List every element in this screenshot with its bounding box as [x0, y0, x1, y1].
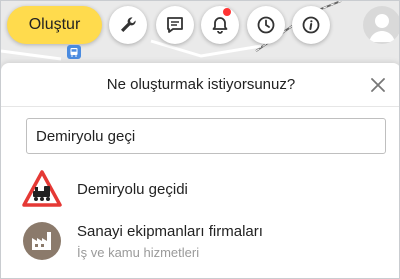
close-icon	[371, 78, 385, 92]
wrench-icon	[121, 17, 136, 32]
message-icon	[167, 17, 183, 33]
result-title: Demiryolu geçidi	[77, 181, 188, 198]
create-button[interactable]: Oluştur	[7, 6, 102, 44]
clock-icon	[257, 16, 275, 34]
notifications-button[interactable]	[201, 6, 239, 44]
search-input[interactable]	[26, 118, 386, 154]
notification-dot	[223, 8, 231, 16]
factory-icon	[23, 222, 61, 260]
messages-button[interactable]	[156, 6, 194, 44]
app-frame: Oluştur Ne oluşturmak istiyorsunuz? Demi…	[0, 0, 400, 279]
user-avatar[interactable]	[363, 6, 399, 44]
bus-icon	[70, 48, 78, 57]
result-title: Sanayi ekipmanları firmaları	[77, 223, 263, 240]
user-avatar-icon	[369, 14, 395, 42]
result-item-industrial-equipment[interactable]: Sanayi ekipmanları firmaları İş ve kamu …	[1, 221, 399, 271]
transit-marker[interactable]	[67, 45, 81, 59]
result-subtitle: İş ve kamu hizmetleri	[77, 245, 200, 260]
result-item-railway-crossing[interactable]: Demiryolu geçidi	[1, 169, 399, 219]
tools-button[interactable]	[109, 6, 147, 44]
railway-crossing-icon	[22, 170, 62, 207]
create-panel: Ne oluşturmak istiyorsunuz? Demiryolu ge…	[1, 63, 399, 278]
panel-title: Ne oluşturmak istiyorsunuz?	[106, 76, 296, 93]
bell-icon	[212, 17, 228, 34]
close-button[interactable]	[367, 74, 389, 96]
history-button[interactable]	[247, 6, 285, 44]
info-button[interactable]	[292, 6, 330, 44]
panel-divider	[1, 106, 399, 107]
info-icon	[302, 16, 320, 34]
